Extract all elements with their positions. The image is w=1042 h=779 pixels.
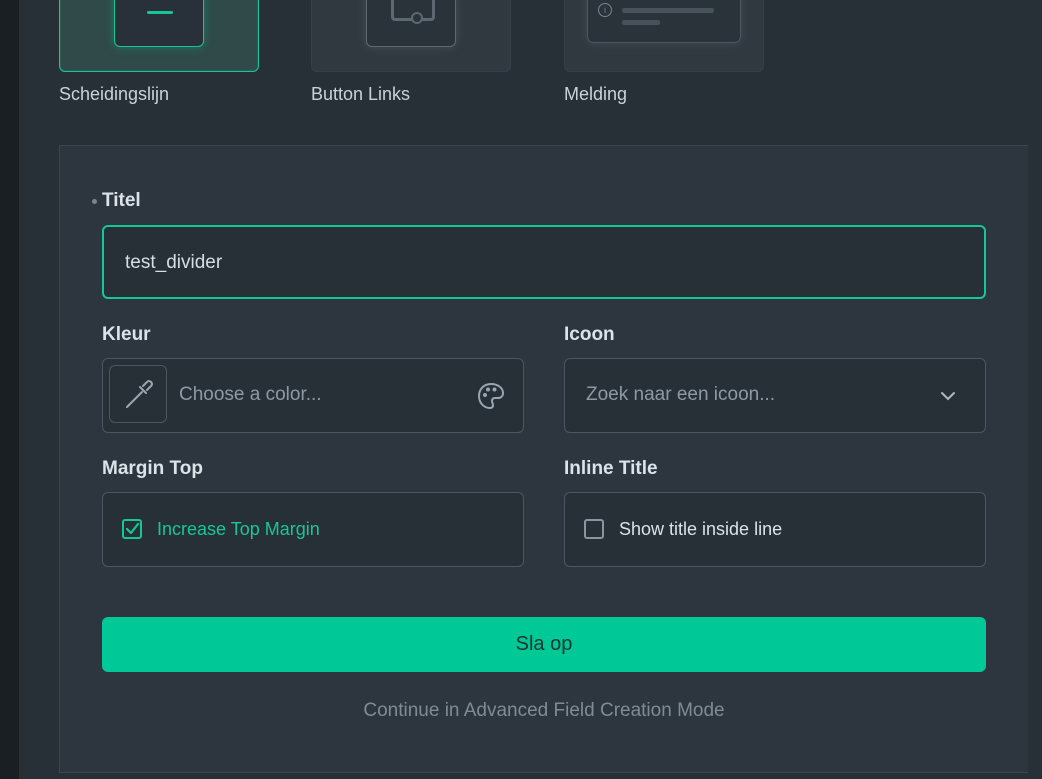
divider-preview-icon bbox=[114, 0, 204, 47]
title-label: Titel bbox=[102, 190, 141, 211]
title-input[interactable]: test_divider bbox=[102, 225, 986, 299]
field-type-label-divider: Scheidingslijn bbox=[59, 84, 170, 104]
field-type-card-divider[interactable] bbox=[59, 0, 259, 72]
icon-select-placeholder: Zoek naar een icoon... bbox=[586, 384, 776, 405]
inline-title-label: Inline Title bbox=[564, 458, 658, 479]
field-type-label-notification: Melding bbox=[564, 84, 628, 104]
field-type-card-notification[interactable]: i bbox=[564, 0, 764, 72]
checkmark-icon bbox=[125, 522, 140, 535]
margin-top-label: Margin Top bbox=[102, 458, 203, 479]
save-button[interactable]: Sla op bbox=[102, 617, 986, 672]
inline-title-checkbox[interactable] bbox=[584, 519, 604, 539]
eyedropper-icon bbox=[125, 379, 153, 408]
palette-icon[interactable] bbox=[477, 382, 505, 410]
icon-select[interactable]: Zoek naar een icoon... bbox=[564, 358, 986, 433]
title-input-value: test_divider bbox=[125, 252, 223, 273]
inline-title-option[interactable]: Show title inside line bbox=[564, 492, 986, 567]
color-placeholder: Choose a color... bbox=[179, 384, 322, 405]
button-link-preview-icon bbox=[366, 0, 456, 47]
advanced-mode-link[interactable]: Continue in Advanced Field Creation Mode bbox=[102, 700, 986, 722]
margin-top-option[interactable]: Increase Top Margin bbox=[102, 492, 524, 567]
color-label: Kleur bbox=[102, 324, 151, 345]
chevron-down-icon bbox=[941, 392, 955, 401]
field-type-card-button-link[interactable] bbox=[311, 0, 511, 72]
field-type-label-button-link: Button Links bbox=[311, 84, 411, 104]
margin-top-checkbox-label: Increase Top Margin bbox=[157, 519, 320, 539]
inline-title-checkbox-label: Show title inside line bbox=[619, 519, 783, 539]
icon-label: Icoon bbox=[564, 324, 615, 345]
notification-preview-icon: i bbox=[587, 0, 741, 43]
eyedropper-button[interactable] bbox=[109, 365, 167, 423]
left-rail bbox=[0, 0, 19, 779]
required-indicator bbox=[92, 199, 97, 204]
margin-top-checkbox[interactable] bbox=[122, 519, 142, 539]
color-field[interactable]: Choose a color... bbox=[102, 358, 524, 433]
